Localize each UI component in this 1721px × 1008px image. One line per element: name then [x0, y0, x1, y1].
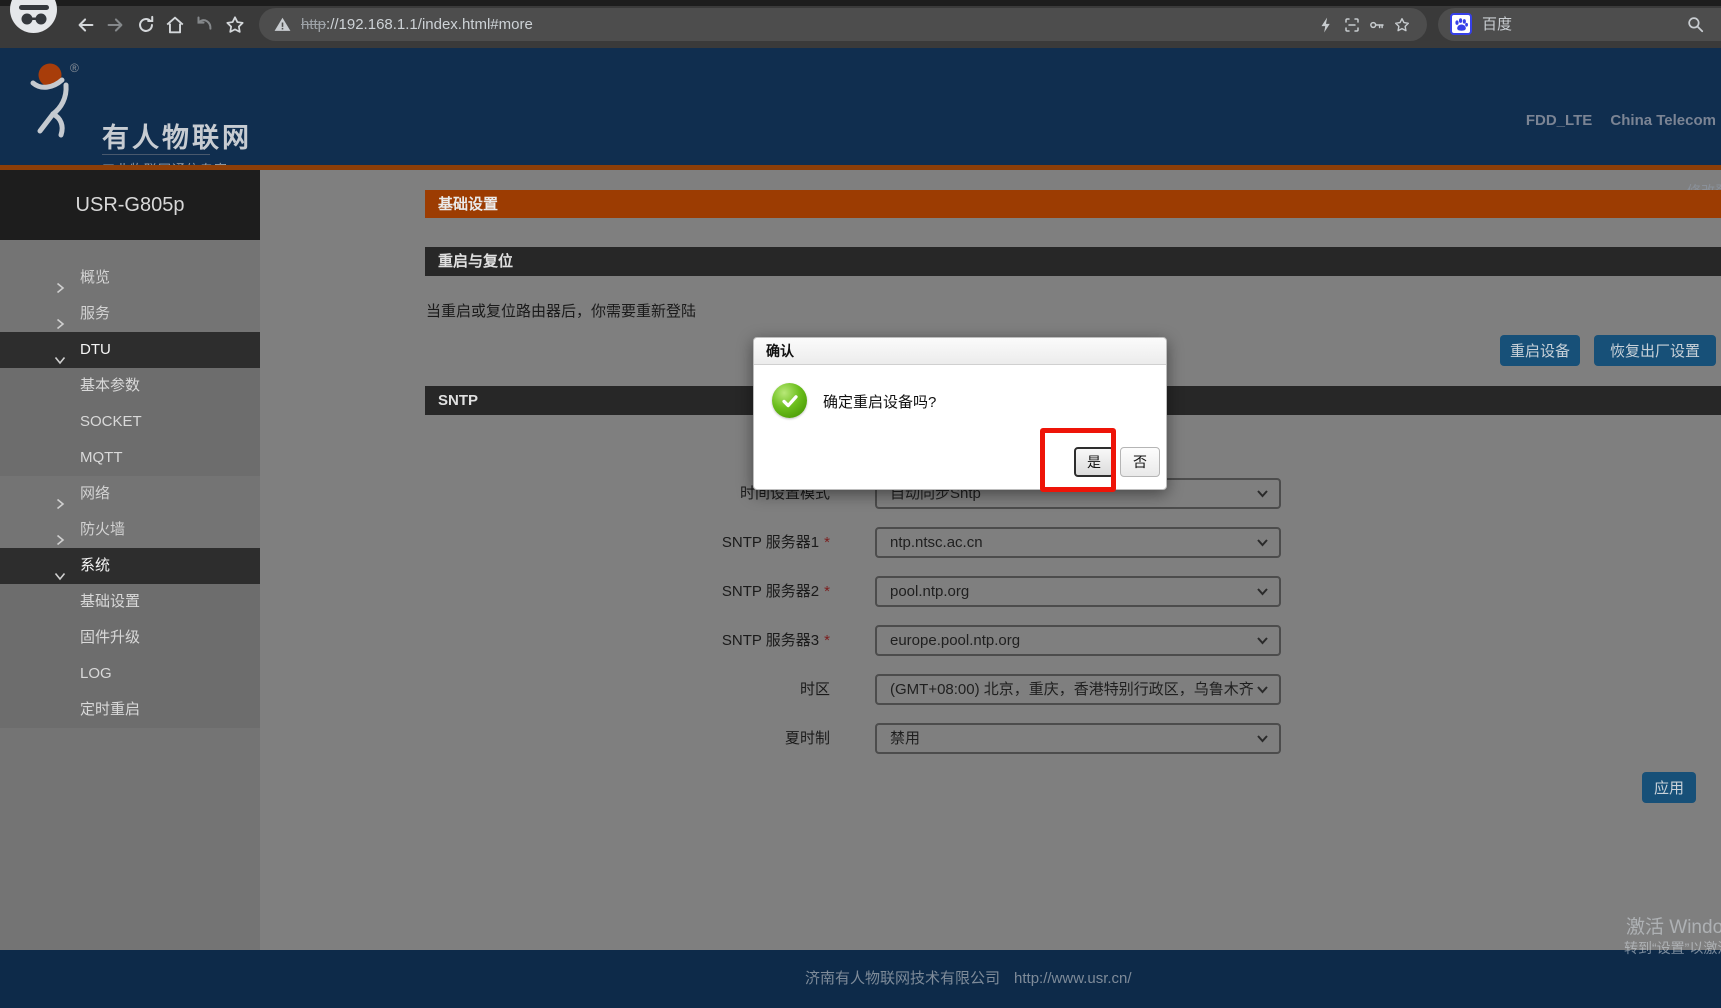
- sidebar-item-firmware-upgrade[interactable]: 固件升级: [0, 620, 260, 656]
- svg-text:®: ®: [70, 61, 79, 75]
- brand-logo-icon: ®: [30, 61, 79, 138]
- chevron-down-icon: [1256, 634, 1269, 652]
- sntp-server1-select[interactable]: ntp.ntsc.ac.cn: [875, 527, 1281, 558]
- site-warning-icon[interactable]: [273, 15, 292, 39]
- url-rest: ://192.168.1.1/index.html#more: [326, 16, 533, 33]
- chevron-down-icon: [1256, 585, 1269, 603]
- dialog-message: 确定重启设备吗?: [823, 394, 937, 411]
- url-text: http://192.168.1.1/index.html#more: [301, 8, 533, 41]
- sidebar: USR-G805p 概览 服务 DTU 基本参数 SOCKET MQTT 网络: [0, 170, 260, 950]
- sidebar-item-overview[interactable]: 概览: [0, 260, 260, 296]
- company-name: 济南有人物联网技术有限公司: [805, 970, 1001, 987]
- page-title-bar: 基础设置: [425, 190, 1721, 218]
- back-button[interactable]: [74, 13, 98, 37]
- lightning-icon[interactable]: [1316, 15, 1336, 35]
- field-label-dst: 夏时制: [784, 730, 830, 747]
- windows-activation-watermark: 激活 Windows: [1626, 917, 1721, 938]
- required-marker: *: [824, 632, 830, 649]
- sntp-server2-select[interactable]: pool.ntp.org: [875, 576, 1281, 607]
- sidebar-item-mqtt[interactable]: MQTT: [0, 440, 260, 476]
- brand-divider: [102, 154, 210, 155]
- browser-toolbar: http://192.168.1.1/index.html#more 百度: [0, 0, 1721, 48]
- apply-button[interactable]: 应用: [1642, 772, 1696, 803]
- chevron-down-icon: [54, 344, 66, 380]
- highlight-annotation-box: [1040, 428, 1116, 492]
- company-website-link[interactable]: http://www.usr.cn/: [1014, 970, 1132, 987]
- forward-button[interactable]: [103, 13, 127, 37]
- restart-section-title: 重启与复位: [425, 247, 1721, 276]
- url-bar[interactable]: http://192.168.1.1/index.html#more: [259, 8, 1427, 41]
- sidebar-item-dtu[interactable]: DTU: [0, 332, 260, 368]
- sidebar-item-basic-params[interactable]: 基本参数: [0, 368, 260, 404]
- url-star-icon[interactable]: [1392, 15, 1412, 35]
- chevron-down-icon: [1256, 732, 1269, 750]
- window-top-edge: [0, 0, 1721, 6]
- dst-select[interactable]: 禁用: [875, 723, 1281, 754]
- incognito-avatar-icon[interactable]: [10, 0, 57, 33]
- chevron-down-icon: [1256, 536, 1269, 554]
- field-label-sntp-server1: SNTP 服务器1 *: [721, 534, 830, 551]
- search-engine-label: 百度: [1482, 16, 1513, 33]
- field-label-sntp-server2: SNTP 服务器2 *: [721, 583, 830, 600]
- key-icon[interactable]: [1367, 15, 1387, 35]
- sntp-server3-select[interactable]: europe.pool.ntp.org: [875, 625, 1281, 656]
- home-button[interactable]: [163, 13, 187, 37]
- sidebar-item-scheduled-restart[interactable]: 定时重启: [0, 692, 260, 728]
- restart-device-button[interactable]: 重启设备: [1500, 335, 1580, 366]
- sidebar-item-socket[interactable]: SOCKET: [0, 404, 260, 440]
- timezone-select[interactable]: (GMT+08:00) 北京，重庆，香港特别行政区，乌鲁木齐: [875, 674, 1281, 705]
- restart-description: 当重启或复位路由器后，你需要重新登陆: [426, 303, 697, 320]
- sidebar-item-services[interactable]: 服务: [0, 296, 260, 332]
- network-type: FDD_LTE: [1525, 112, 1593, 129]
- history-back-icon[interactable]: [192, 13, 216, 37]
- field-label-sntp-server3: SNTP 服务器3 *: [721, 632, 830, 649]
- dialog-title: 确认: [754, 338, 1166, 365]
- chevron-down-icon: [1256, 487, 1269, 505]
- connection-status: FDD_LTE China Telecom: [1512, 112, 1716, 129]
- reload-button[interactable]: [134, 13, 158, 37]
- sidebar-item-system[interactable]: 系统: [0, 548, 260, 584]
- sidebar-item-firewall[interactable]: 防火墙: [0, 512, 260, 548]
- confirm-check-icon: [772, 383, 807, 418]
- field-label-timezone: 时区: [799, 681, 830, 698]
- router-admin-page: http://192.168.1.1/index.html#more 百度 ® …: [0, 0, 1721, 1008]
- baidu-logo-icon: [1450, 13, 1472, 35]
- search-magnifier-icon[interactable]: [1686, 15, 1705, 39]
- url-scheme: http: [301, 16, 327, 33]
- required-marker: *: [824, 534, 830, 551]
- footer: 济南有人物联网技术有限公司 http://www.usr.cn/: [0, 950, 1721, 1008]
- chevron-down-icon: [54, 560, 66, 596]
- factory-reset-button[interactable]: 恢复出厂设置: [1594, 335, 1716, 366]
- chevron-down-icon: [1256, 683, 1269, 701]
- sidebar-menu: 概览 服务 DTU 基本参数 SOCKET MQTT 网络 防火墙 系统 基础设…: [0, 260, 260, 728]
- app-header: ® 有人物联网 工业物联网通信专家 FDD_LTE China Telecom …: [0, 48, 1721, 199]
- screenshot-scan-icon[interactable]: [1342, 15, 1362, 35]
- sidebar-item-basic-settings[interactable]: 基础设置: [0, 584, 260, 620]
- carrier-name: China Telecom: [1610, 112, 1716, 129]
- sidebar-item-log[interactable]: LOG: [0, 656, 260, 692]
- required-marker: *: [824, 583, 830, 600]
- sidebar-item-network[interactable]: 网络: [0, 476, 260, 512]
- no-button[interactable]: 否: [1120, 447, 1160, 477]
- brand-title: 有人物联网: [102, 123, 252, 153]
- bookmark-star-button[interactable]: [223, 13, 247, 37]
- device-model: USR-G805p: [0, 170, 260, 240]
- windows-activation-watermark-hint: 转到“设置”以激活 Windows。: [1624, 940, 1721, 956]
- baidu-search-box[interactable]: 百度: [1438, 8, 1721, 41]
